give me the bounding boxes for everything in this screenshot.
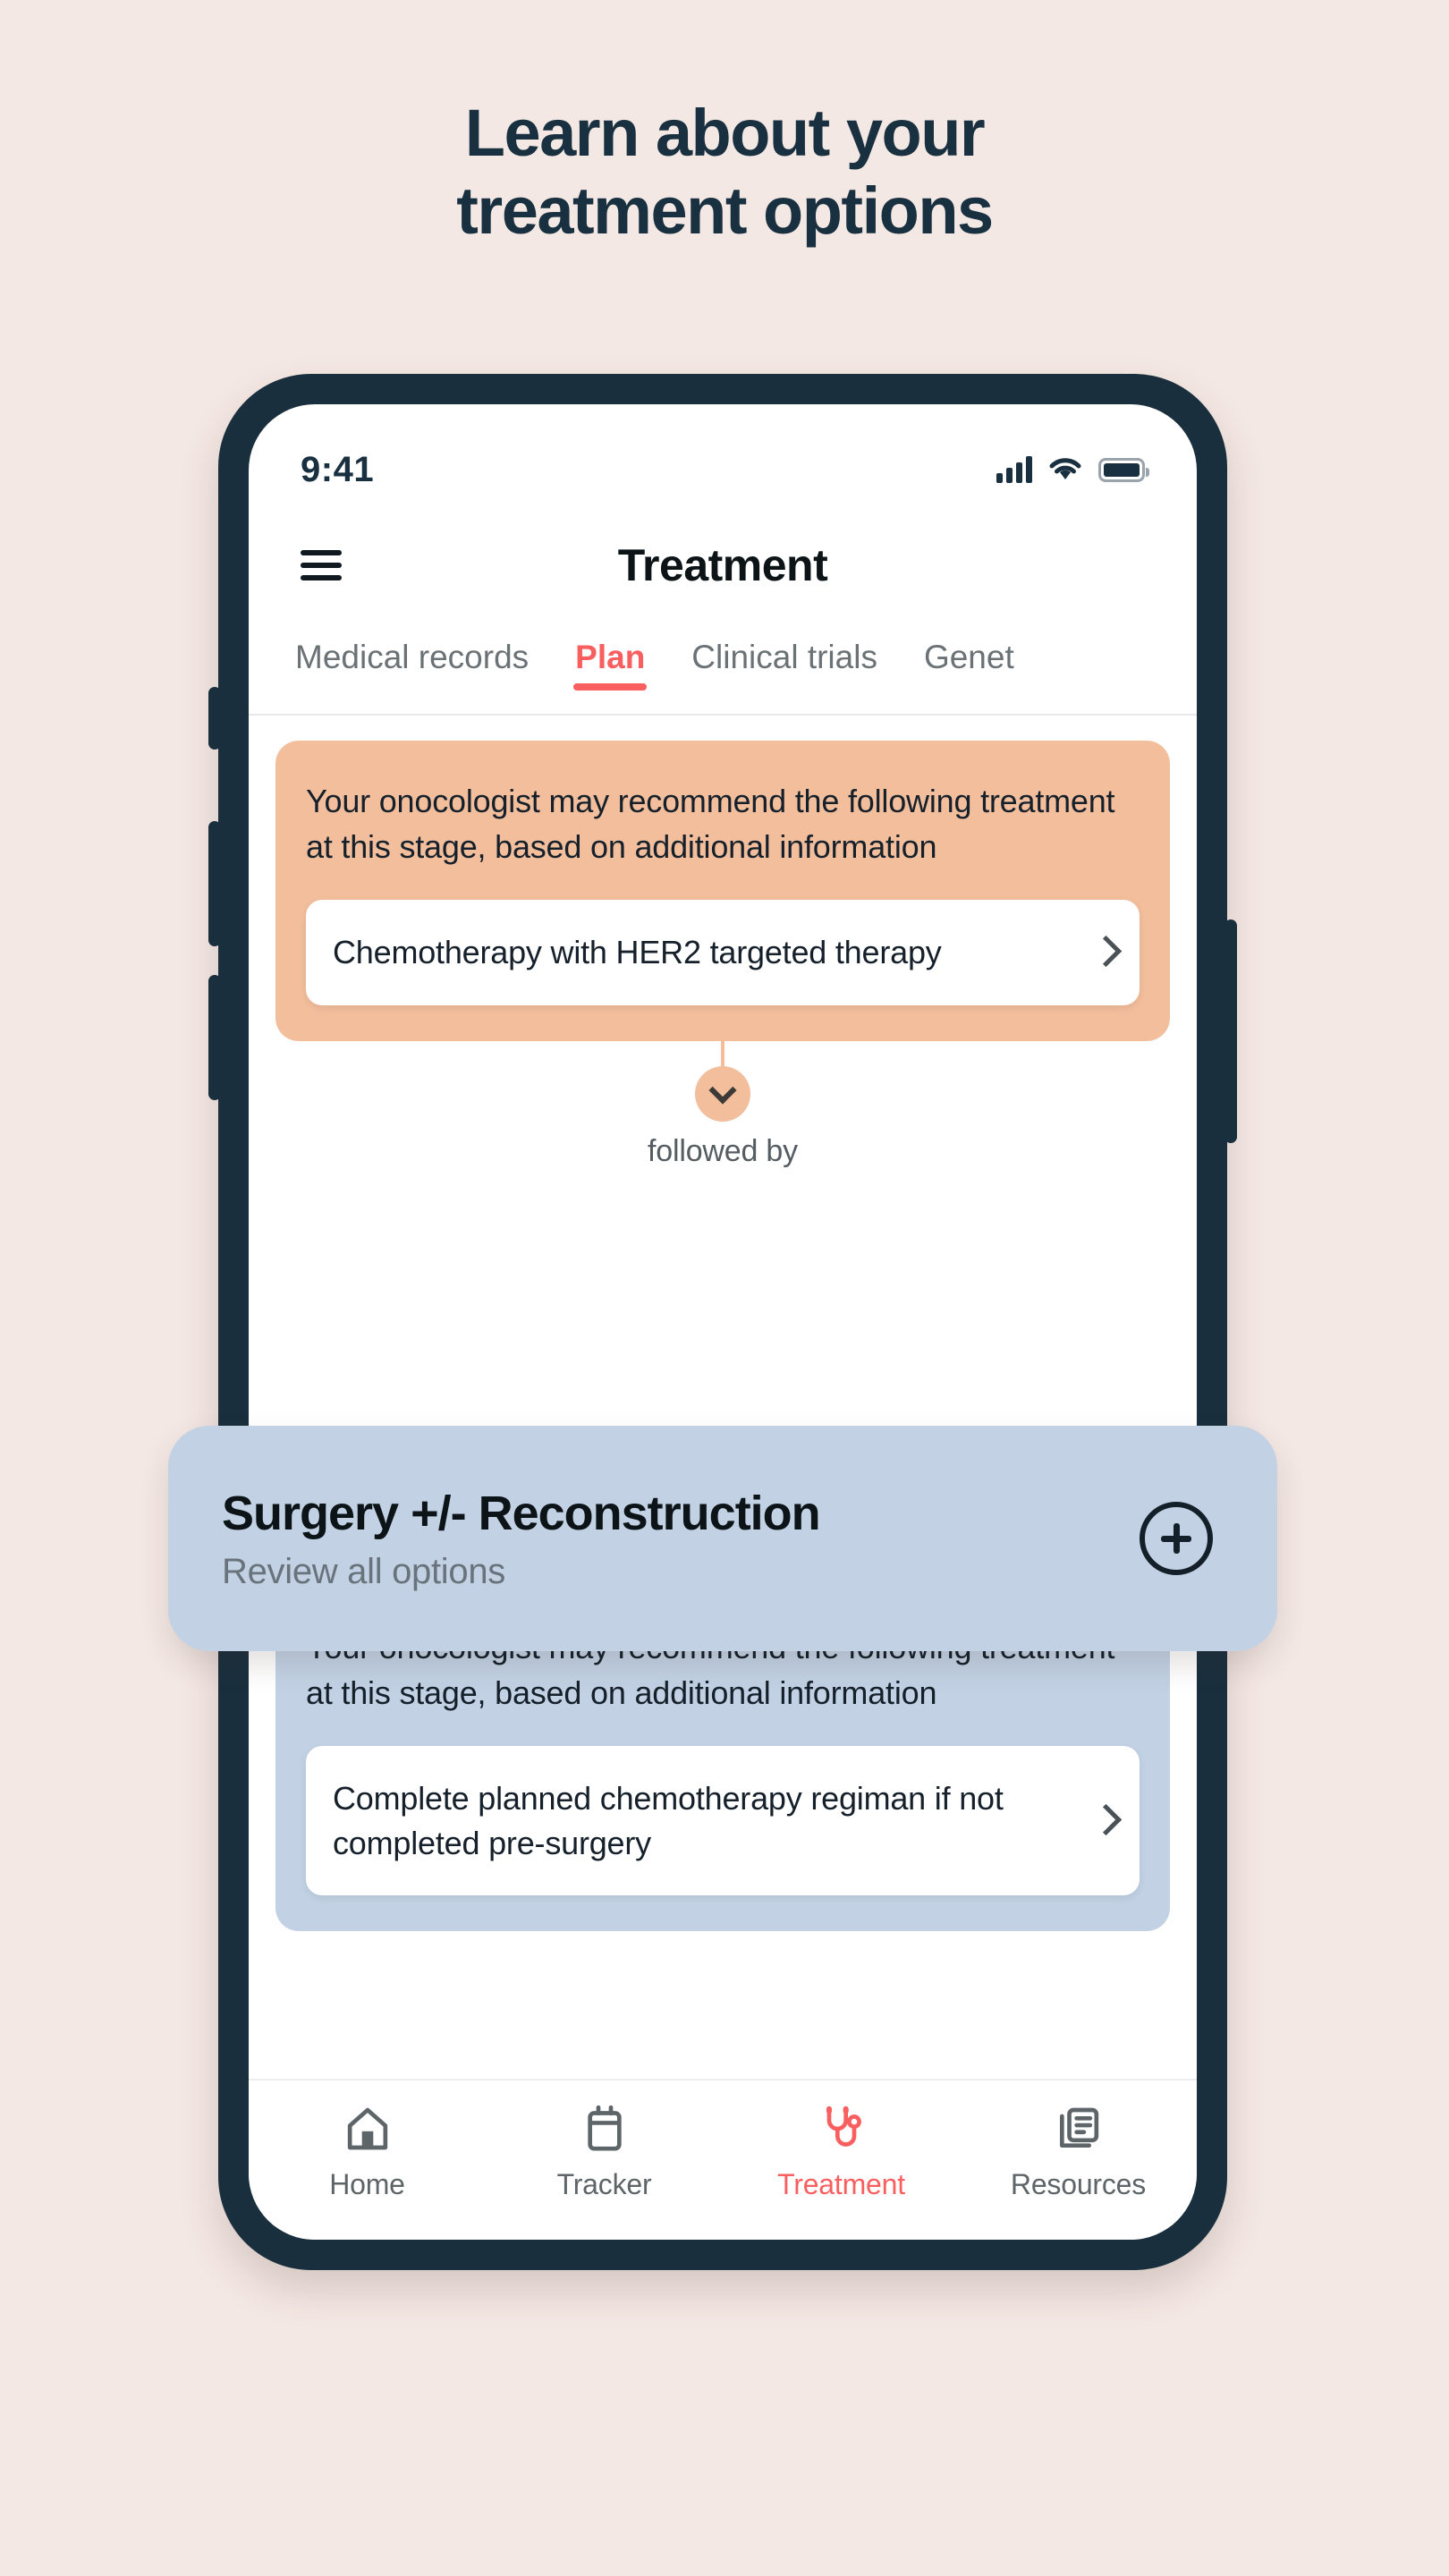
phone-frame: 9:41 Treatment Medical records Plan Clin… bbox=[208, 374, 1237, 2270]
treatment-stage-card: Your onocologist may recommend the follo… bbox=[275, 741, 1170, 1041]
promo-screenshot: Learn about your treatment options 9:41 bbox=[0, 0, 1449, 2576]
calendar-icon bbox=[587, 2105, 622, 2151]
volume-up-button[interactable] bbox=[208, 821, 221, 946]
volume-down-button[interactable] bbox=[208, 975, 221, 1100]
status-bar-icons bbox=[996, 456, 1149, 483]
chevron-right-icon bbox=[1093, 1803, 1113, 1839]
nav-item-tracker[interactable]: Tracker bbox=[486, 2104, 723, 2201]
surgery-highlight-title: Surgery +/- Reconstruction bbox=[222, 1486, 821, 1540]
plus-circle-icon[interactable] bbox=[1140, 1502, 1213, 1575]
treatment-option-label: Complete planned chemotherapy regiman if… bbox=[333, 1780, 1004, 1861]
headline-line-1: Learn about your bbox=[464, 96, 986, 170]
nav-item-resources[interactable]: Resources bbox=[960, 2104, 1197, 2201]
hamburger-menu-icon[interactable] bbox=[301, 550, 342, 580]
battery-full-icon bbox=[1098, 457, 1149, 482]
plan-timeline[interactable]: Your onocologist may recommend the follo… bbox=[249, 717, 1197, 2079]
app-title: Treatment bbox=[617, 540, 828, 590]
power-button[interactable] bbox=[1224, 919, 1237, 1143]
surgery-highlight-texts: Surgery +/- Reconstruction Review all op… bbox=[222, 1486, 1140, 1592]
connector-line bbox=[721, 1040, 724, 1066]
tab-genetics[interactable]: Genet bbox=[901, 623, 1038, 676]
tab-medical-records[interactable]: Medical records bbox=[272, 623, 552, 676]
app-header: Treatment bbox=[249, 508, 1197, 623]
connector-label: followed by bbox=[648, 1133, 798, 1168]
chevron-down-icon[interactable] bbox=[695, 1065, 750, 1122]
page-title: Learn about your treatment options bbox=[0, 94, 1449, 250]
silent-switch-button[interactable] bbox=[208, 687, 221, 750]
bottom-navigation: Home Tracker Treatment Resources bbox=[249, 2079, 1197, 2240]
phone-screen: 9:41 Treatment Medical records Plan Clin… bbox=[249, 404, 1197, 2240]
surgery-highlight-subtitle: Review all options bbox=[222, 1551, 505, 1591]
tab-plan[interactable]: Plan bbox=[552, 623, 668, 691]
surgery-highlight-banner[interactable]: Surgery +/- Reconstruction Review all op… bbox=[168, 1426, 1277, 1651]
nav-item-treatment[interactable]: Treatment bbox=[723, 2104, 960, 2201]
treatment-option-card[interactable]: Chemotherapy with HER2 targeted therapy bbox=[306, 900, 1140, 1005]
tab-bar: Medical records Plan Clinical trials Gen… bbox=[249, 623, 1197, 716]
home-icon bbox=[347, 2107, 387, 2150]
stage-description: Your onocologist may recommend the follo… bbox=[306, 783, 1115, 866]
treatment-option-card[interactable]: Complete planned chemotherapy regiman if… bbox=[306, 1746, 1140, 1896]
nav-label: Treatment bbox=[777, 2168, 905, 2200]
surgery-stage-placeholder bbox=[249, 1174, 1197, 1431]
status-bar-time: 9:41 bbox=[301, 449, 375, 489]
nav-label: Home bbox=[329, 2168, 405, 2200]
nav-label: Tracker bbox=[556, 2168, 652, 2200]
chevron-right-icon bbox=[1093, 935, 1113, 970]
treatment-option-label: Chemotherapy with HER2 targeted therapy bbox=[333, 934, 942, 971]
nav-item-home[interactable]: Home bbox=[249, 2104, 486, 2201]
cellular-signal-icon bbox=[996, 456, 1032, 483]
wifi-icon bbox=[1049, 458, 1081, 479]
tab-clinical-trials[interactable]: Clinical trials bbox=[668, 623, 901, 676]
status-bar: 9:41 bbox=[249, 404, 1197, 508]
documents-icon bbox=[1059, 2107, 1098, 2148]
headline-line-2: treatment options bbox=[456, 174, 994, 249]
nav-label: Resources bbox=[1010, 2168, 1147, 2200]
stethoscope-icon bbox=[826, 2106, 861, 2147]
timeline-connector: followed by bbox=[249, 1040, 1197, 1174]
